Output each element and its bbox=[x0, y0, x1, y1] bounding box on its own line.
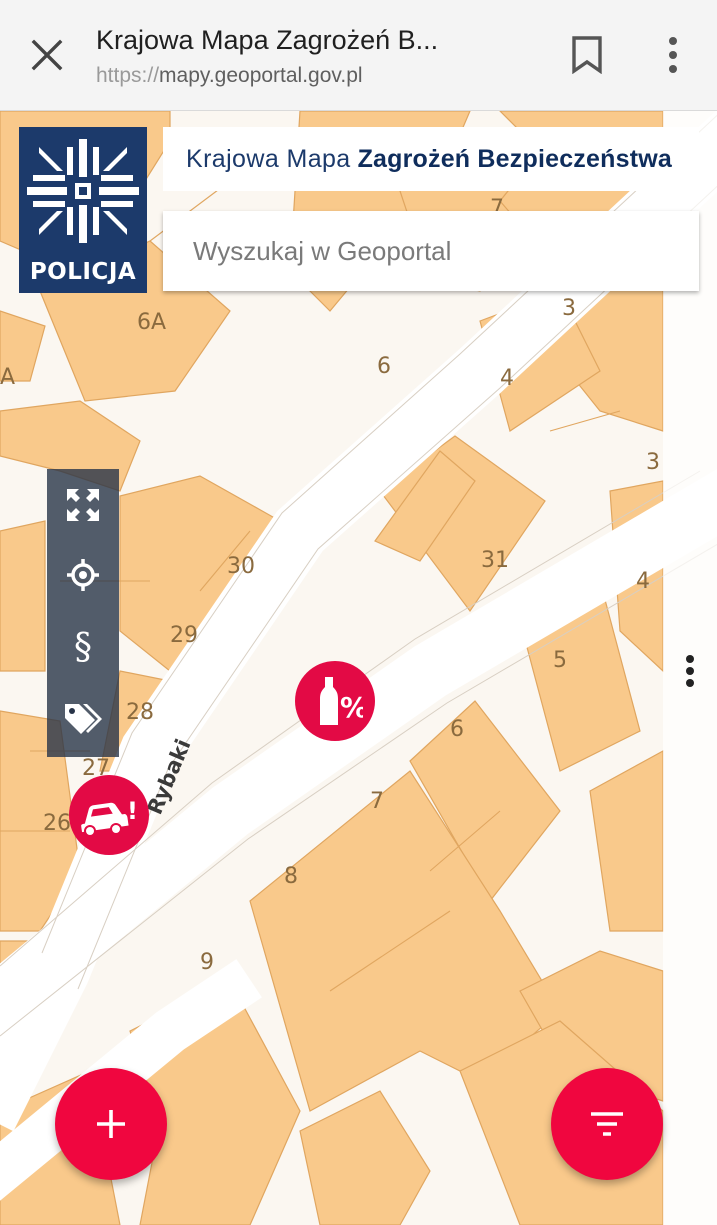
bookmark-button[interactable] bbox=[557, 25, 617, 85]
search-box[interactable] bbox=[163, 211, 699, 291]
page-url: https://mapy.geoportal.gov.pl bbox=[96, 64, 363, 88]
car-accident-icon: ! bbox=[81, 797, 138, 837]
expand-icon bbox=[67, 489, 99, 521]
close-button[interactable] bbox=[17, 25, 77, 85]
house-number: 4 bbox=[500, 366, 514, 391]
overflow-menu-button[interactable] bbox=[645, 25, 701, 85]
house-number: 5 bbox=[553, 648, 567, 673]
police-logo-text: POLICJA bbox=[29, 259, 137, 285]
bookmark-icon bbox=[572, 36, 602, 74]
more-vert-icon bbox=[686, 655, 694, 687]
percent-label: % bbox=[340, 691, 363, 724]
house-number: 9 bbox=[200, 950, 214, 975]
alcohol-threat-marker[interactable]: % bbox=[295, 661, 375, 741]
url-scheme: https:// bbox=[96, 64, 160, 87]
url-host: mapy.geoportal.gov.pl bbox=[159, 64, 363, 87]
map-canvas[interactable]: 6A 7 3 6 4 3 30 31 4 29 5 28 6 27 7 26 8… bbox=[0, 111, 717, 1225]
house-number: 7 bbox=[370, 789, 384, 814]
exclaim-label: ! bbox=[127, 797, 138, 825]
locate-crosshair-icon bbox=[67, 559, 99, 591]
road-accident-marker[interactable]: ! bbox=[69, 775, 149, 855]
side-panel-menu-button[interactable] bbox=[676, 651, 704, 691]
house-number: 30 bbox=[227, 554, 255, 579]
house-number: 6 bbox=[377, 354, 391, 379]
house-number: 4 bbox=[636, 569, 650, 594]
house-number: 31 bbox=[481, 548, 509, 573]
alcohol-percent-icon: % bbox=[320, 677, 363, 725]
map-tools: § bbox=[47, 469, 119, 757]
add-report-button[interactable] bbox=[55, 1068, 167, 1180]
house-number: 8 bbox=[284, 864, 298, 889]
house-number: 6 bbox=[450, 717, 464, 742]
section-law-icon: § bbox=[74, 626, 92, 668]
house-number: 3 bbox=[646, 450, 660, 475]
police-star-icon bbox=[27, 139, 139, 243]
locate-button[interactable] bbox=[47, 541, 119, 609]
close-icon bbox=[31, 39, 63, 71]
filter-button[interactable] bbox=[551, 1068, 663, 1180]
page-title: Krajowa Mapa Zagrożeń B... bbox=[96, 25, 439, 55]
browser-top-bar: Krajowa Mapa Zagrożeń B... https://mapy.… bbox=[0, 0, 717, 111]
police-logo[interactable]: POLICJA bbox=[19, 127, 147, 293]
fullscreen-button[interactable] bbox=[47, 471, 119, 539]
app: Krajowa Mapa Zagrożeń B... https://mapy.… bbox=[0, 0, 717, 1225]
house-number: 29 bbox=[170, 623, 198, 648]
law-regulations-button[interactable]: § bbox=[47, 613, 119, 681]
app-title: Krajowa Mapa Zagrożeń Bezpieczeństwa bbox=[163, 127, 699, 191]
app-title-part1: Krajowa Mapa bbox=[186, 145, 351, 173]
house-number: 26 bbox=[43, 811, 71, 836]
house-number: 28 bbox=[126, 700, 154, 725]
app-title-part2: Zagrożeń Bezpieczeństwa bbox=[357, 145, 672, 173]
search-input[interactable] bbox=[163, 211, 699, 291]
filter-icon bbox=[591, 1112, 623, 1136]
plus-icon bbox=[97, 1110, 125, 1138]
more-vert-icon bbox=[669, 37, 677, 73]
house-number: 3 bbox=[562, 296, 576, 321]
tags-button[interactable] bbox=[47, 685, 119, 753]
house-number: 6A bbox=[137, 310, 166, 335]
house-number: A bbox=[0, 365, 15, 390]
tags-icon bbox=[65, 704, 102, 734]
